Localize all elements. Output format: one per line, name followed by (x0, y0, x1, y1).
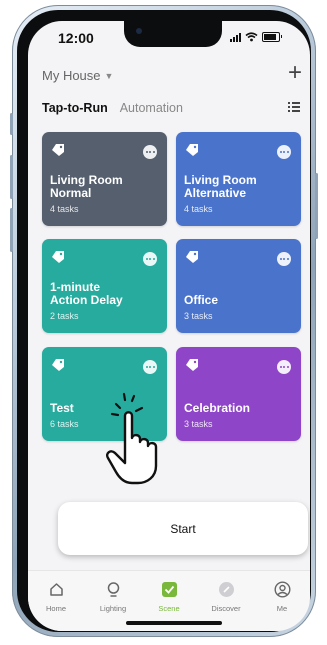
home-indicator (126, 621, 222, 625)
volume-down-button (10, 208, 13, 252)
tab-tap-to-run[interactable]: Tap-to-Run (42, 101, 108, 115)
home-icon (49, 583, 63, 596)
nav-home-label: Home (45, 604, 66, 613)
scene-icon (161, 582, 177, 597)
nav-lighting-label: Lighting (99, 604, 127, 613)
scene-title-line2: Office (184, 293, 219, 307)
chevron-down-icon: ▼ (104, 70, 114, 81)
power-button (315, 173, 318, 239)
more-options-icon[interactable] (277, 252, 291, 266)
tag-icon (52, 144, 64, 156)
more-options-icon[interactable] (143, 360, 157, 374)
more-options-icon[interactable] (143, 145, 157, 159)
scene-title: Test (50, 402, 74, 415)
nav-lighting[interactable]: Lighting (85, 581, 141, 613)
mute-switch (10, 113, 13, 135)
more-options-icon[interactable] (277, 360, 291, 374)
more-options-icon[interactable] (277, 145, 291, 159)
status-icons (230, 32, 282, 42)
more-options-icon[interactable] (143, 252, 157, 266)
scene-title-line2: Celebration (184, 401, 251, 415)
discover-icon (218, 582, 234, 597)
screen: 12:00 My House ▼ + Tap-to-Run Automation (28, 21, 310, 631)
scene-task-count: 2 tasks (50, 311, 79, 321)
nav-home[interactable]: Home (28, 581, 84, 613)
scene-title-line2: Action Delay (50, 293, 123, 307)
tabs: Tap-to-Run Automation (42, 101, 183, 115)
scene-title: Living Room Alternative (184, 174, 257, 200)
tab-automation[interactable]: Automation (120, 101, 183, 115)
tag-icon (186, 359, 198, 371)
nav-scene[interactable]: Scene (141, 581, 197, 613)
nav-me[interactable]: Me (254, 581, 310, 613)
battery-icon (262, 32, 282, 42)
scene-card-celebration[interactable]: Celebration 3 tasks (176, 347, 301, 441)
volume-up-button (10, 155, 13, 199)
house-selector[interactable]: My House ▼ (42, 68, 113, 83)
tag-icon (186, 144, 198, 156)
scene-title: 1-minute Action Delay (50, 281, 123, 307)
tag-icon (52, 251, 64, 263)
status-time: 12:00 (58, 30, 94, 46)
scene-task-count: 3 tasks (184, 311, 213, 321)
nav-discover[interactable]: Discover (198, 581, 254, 613)
scene-task-count: 6 tasks (50, 419, 79, 429)
scene-title-line2: Alternative (184, 186, 247, 200)
plus-icon[interactable]: + (288, 59, 302, 87)
notch (124, 21, 222, 47)
tag-icon (52, 359, 64, 371)
scene-card-office[interactable]: Office 3 tasks (176, 239, 301, 333)
scene-title: Celebration (184, 402, 250, 415)
scene-card-1-minute-action-delay[interactable]: 1-minute Action Delay 2 tasks (42, 239, 167, 333)
list-menu-icon[interactable] (288, 102, 300, 112)
house-name: My House (42, 68, 101, 83)
scene-task-count: 3 tasks (184, 419, 213, 429)
scene-task-count: 4 tasks (50, 204, 79, 214)
camera-icon (136, 28, 142, 34)
scene-card-living-room-alternative[interactable]: Living Room Alternative 4 tasks (176, 132, 301, 226)
phone-frame: 12:00 My House ▼ + Tap-to-Run Automation (10, 5, 318, 637)
user-icon (273, 581, 291, 598)
tag-icon (186, 251, 198, 263)
bulb-icon (107, 582, 119, 597)
nav-discover-label: Discover (211, 604, 241, 613)
scene-title-line2: Normal (50, 186, 92, 200)
scene-title-line2: Test (50, 401, 74, 415)
nav-scene-label: Scene (158, 604, 180, 613)
scene-title: Office (184, 294, 218, 307)
scene-task-count: 4 tasks (184, 204, 213, 214)
bottom-nav: Home Lighting Scene Discover Me (28, 570, 310, 631)
scene-title: Living Room Normal (50, 174, 123, 200)
tap-hand-icon (106, 392, 158, 485)
start-button[interactable]: Start (58, 502, 308, 555)
scene-card-living-room-normal[interactable]: Living Room Normal 4 tasks (42, 132, 167, 226)
nav-me-label: Me (276, 604, 288, 613)
signal-icon (230, 32, 241, 42)
wifi-icon (245, 32, 258, 42)
